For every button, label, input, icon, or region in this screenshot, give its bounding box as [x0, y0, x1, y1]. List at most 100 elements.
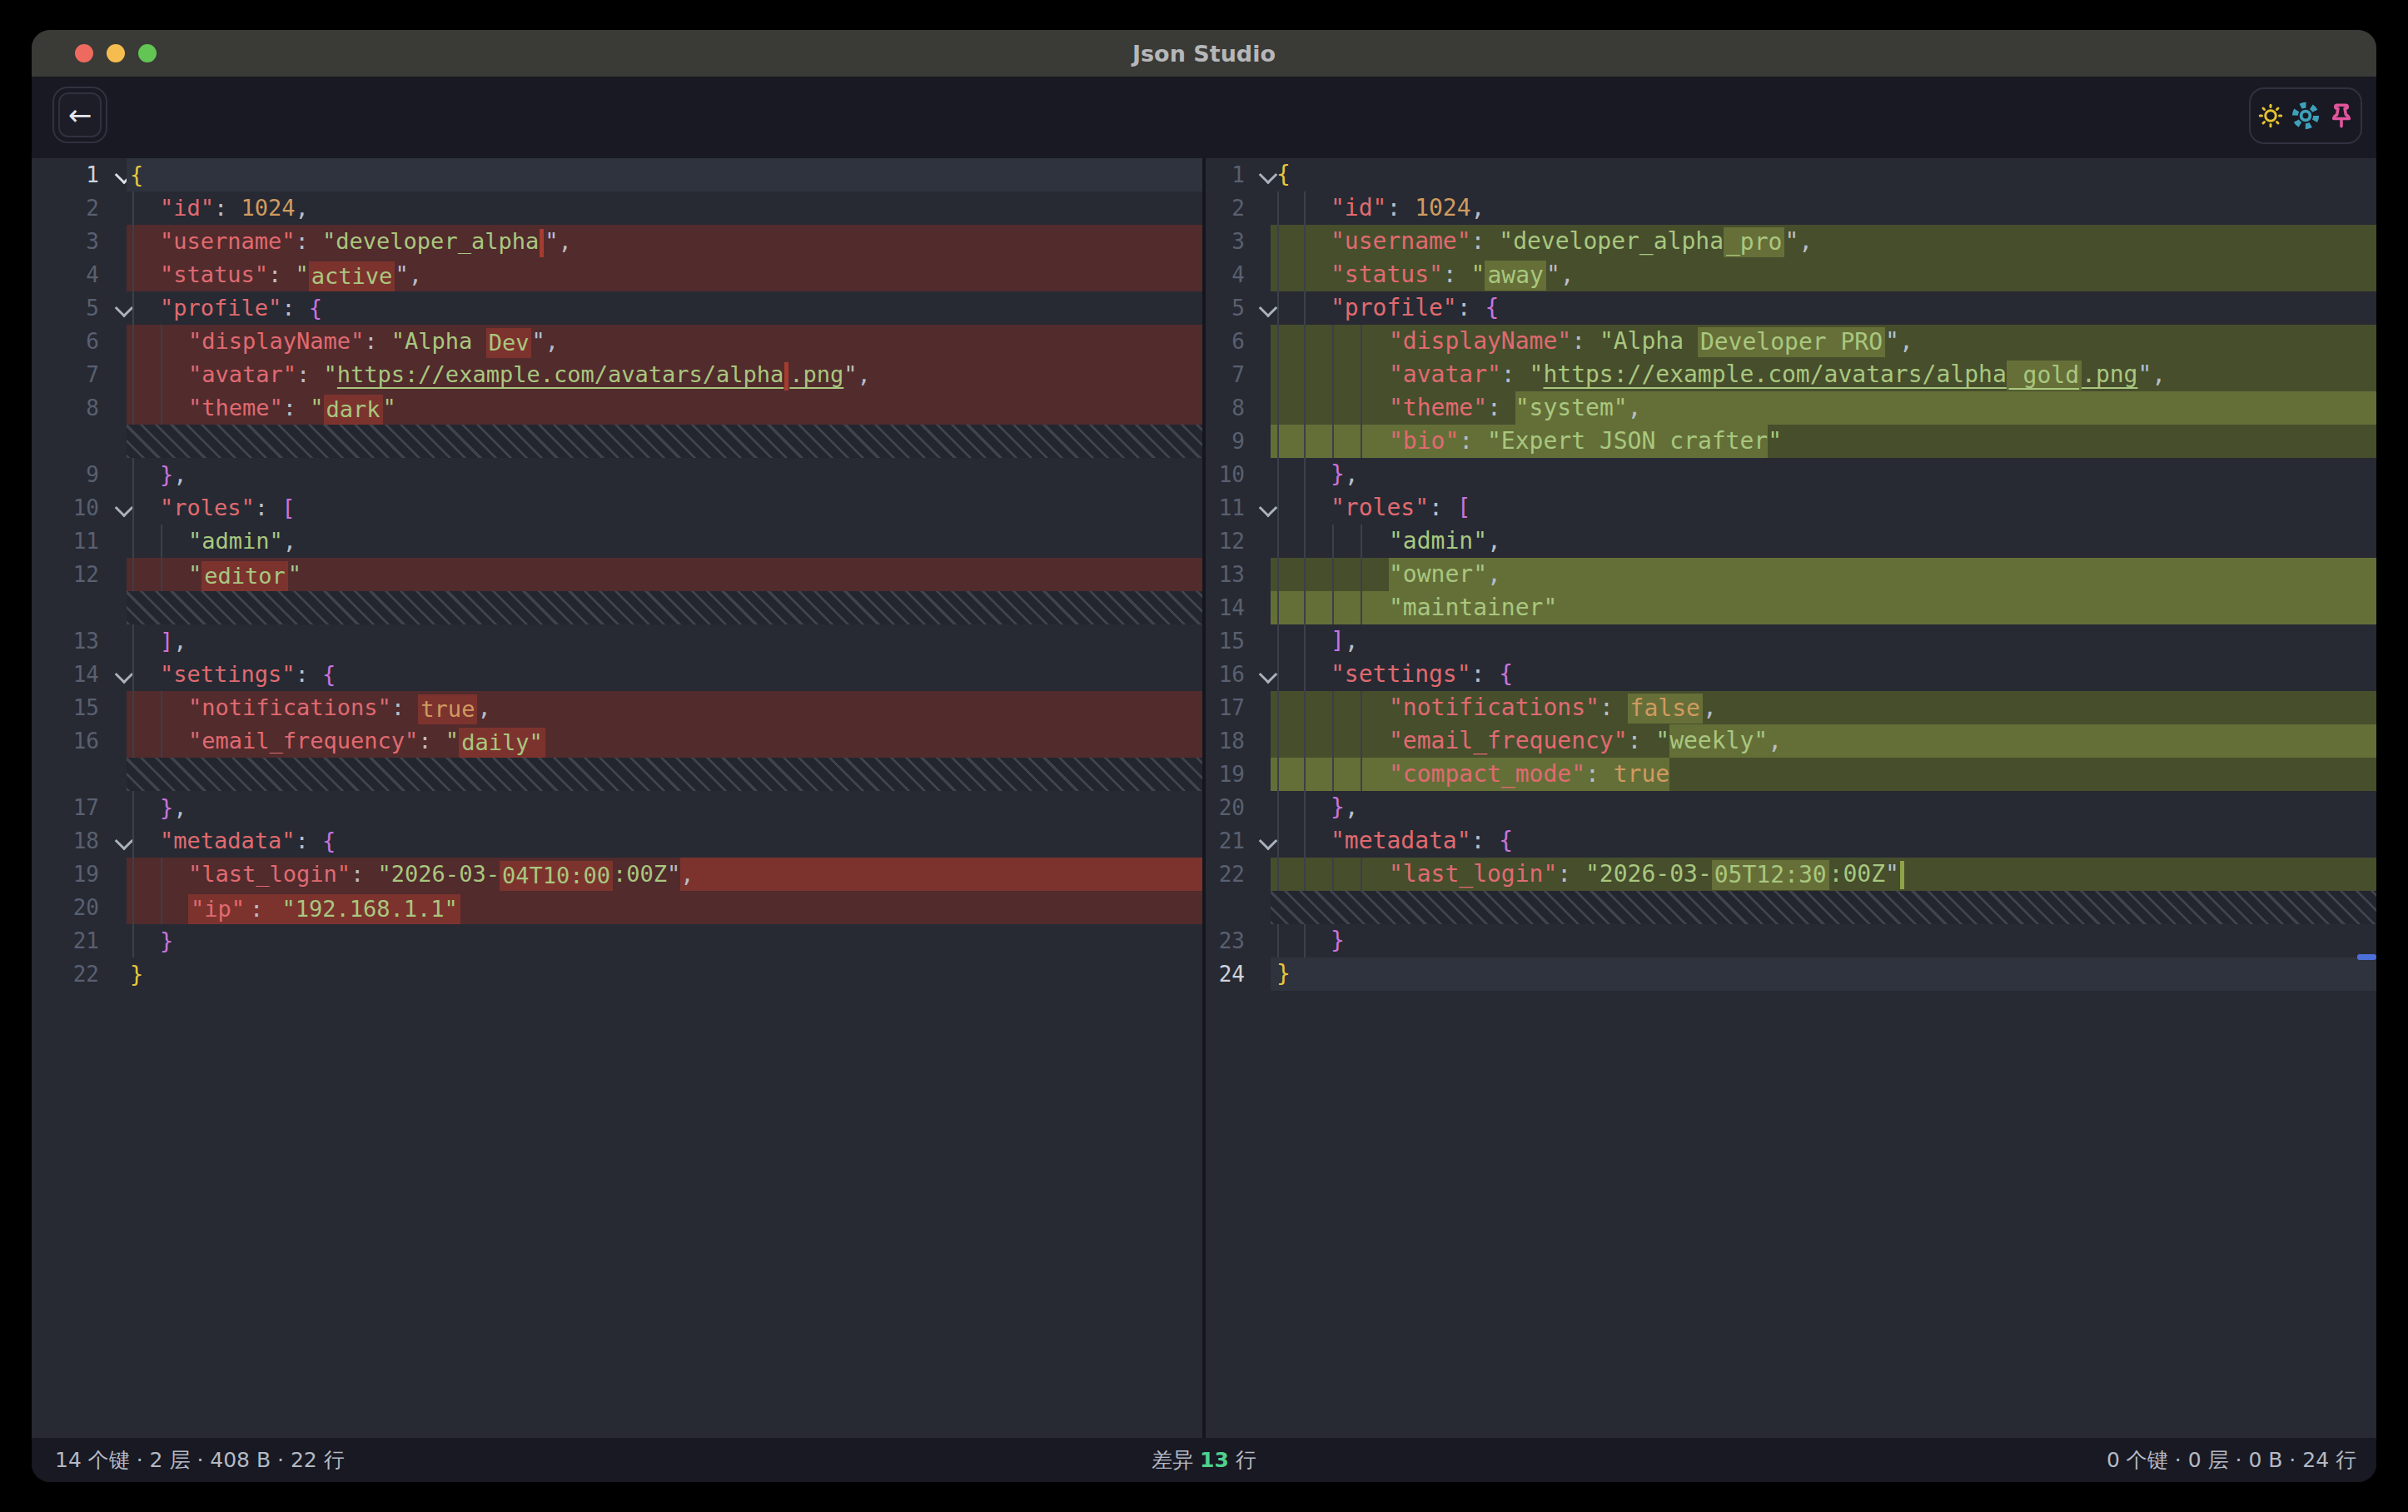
code-line[interactable]: 23} [1206, 924, 2376, 957]
code-line[interactable]: 12"admin", [1206, 525, 2376, 558]
line-number: 12 [73, 562, 99, 587]
code-line[interactable]: 21} [32, 924, 1202, 957]
code-line[interactable]: 7"avatar": "https://example.com/avatars/… [1206, 358, 2376, 391]
gutter: 10 [1206, 458, 1271, 491]
code-line[interactable]: 7"avatar": "https://example.com/avatars/… [32, 358, 1202, 391]
code-line[interactable]: 13"owner", [1206, 558, 2376, 591]
code-line[interactable]: 4"status": "active", [32, 258, 1202, 291]
code-line[interactable]: 17}, [32, 791, 1202, 824]
code-line[interactable]: 18"email_frequency": "weekly", [1206, 724, 2376, 758]
indent-guide [1304, 291, 1306, 325]
code-line[interactable]: 15], [1206, 624, 2376, 658]
code-line[interactable]: 12"editor" [32, 558, 1202, 591]
code-line[interactable]: 16"email_frequency": "daily" [32, 724, 1202, 758]
indent-guide [1304, 658, 1306, 691]
code-line[interactable]: 11"roles": [ [1206, 491, 2376, 525]
code-line[interactable]: 5"profile": { [32, 291, 1202, 325]
gutter: 11 [32, 525, 127, 558]
back-button[interactable]: ← [52, 87, 107, 143]
line-number: 18 [73, 828, 99, 853]
indent-guide [161, 691, 162, 724]
line-number: 1 [1231, 162, 1245, 187]
code-line[interactable]: 3"username": "developer_alpha", [32, 225, 1202, 258]
code-line[interactable]: 10}, [1206, 458, 2376, 491]
gear-icon[interactable] [2290, 100, 2321, 132]
indent-guide [161, 525, 162, 558]
sun-icon[interactable] [2256, 101, 2286, 131]
diff-filler-row [32, 425, 1202, 458]
gutter: 12 [32, 558, 127, 591]
line-number: 9 [1231, 429, 1245, 454]
indent-guide [132, 558, 134, 591]
pin-icon[interactable] [2326, 101, 2356, 131]
gutter: 21 [32, 924, 127, 957]
code-line[interactable]: 14"maintainer" [1206, 591, 2376, 624]
code-line[interactable]: 8"theme": "dark" [32, 391, 1202, 425]
screen: { "window": { "title": "Json Studio" }, … [0, 0, 2408, 1512]
code-line[interactable]: 20}, [1206, 791, 2376, 824]
maximize-button[interactable] [138, 44, 157, 62]
gutter: 14 [32, 658, 127, 691]
code-line[interactable]: 18"metadata": { [32, 824, 1202, 858]
code-line[interactable]: 9"bio": "Expert JSON crafter" [1206, 425, 2376, 458]
indent-guide [1277, 858, 1279, 891]
code-line[interactable]: 19"last_login": "2026-03-04T10:00:00Z", [32, 858, 1202, 891]
line-number: 16 [73, 729, 99, 754]
code-line[interactable]: 2"id": 1024, [1206, 191, 2376, 225]
indent-guide [1361, 691, 1362, 724]
line-number: 16 [1219, 662, 1245, 687]
indent-guide [1332, 525, 1334, 558]
code-line[interactable]: 1{ [1206, 158, 2376, 191]
code-line[interactable]: 19"compact_mode": true [1206, 758, 2376, 791]
code-line[interactable]: 11"admin", [32, 525, 1202, 558]
indent-guide [1304, 525, 1306, 558]
json-pane-left[interactable]: 1{2"id": 1024,3"username": "developer_al… [32, 158, 1202, 1438]
gutter: 21 [1206, 824, 1271, 858]
indent-guide [132, 358, 134, 391]
code-line[interactable]: 4"status": "away", [1206, 258, 2376, 291]
close-button[interactable] [75, 44, 93, 62]
code-line[interactable]: 5"profile": { [1206, 291, 2376, 325]
code-line[interactable]: 9}, [32, 458, 1202, 491]
indent-guide [1277, 191, 1279, 225]
indent-guide [132, 391, 134, 425]
indent-guide [1361, 724, 1362, 758]
code-line[interactable]: 15"notifications": true, [32, 691, 1202, 724]
gutter: 16 [1206, 658, 1271, 691]
code-line[interactable]: 16"settings": { [1206, 658, 2376, 691]
code-line[interactable]: 6"displayName": "Alpha Developer PRO", [1206, 325, 2376, 358]
code-line[interactable]: 20"ip": "192.168.1.1" [32, 891, 1202, 924]
code-line[interactable]: 3"username": "developer_alpha_pro", [1206, 225, 2376, 258]
code-line[interactable]: 17"notifications": false, [1206, 691, 2376, 724]
minimize-button[interactable] [107, 44, 125, 62]
indent-guide [1332, 425, 1334, 458]
indent-guide [1304, 791, 1306, 824]
code-line[interactable]: 1{ [32, 158, 1202, 191]
indent-guide [1277, 291, 1279, 325]
json-pane-right[interactable]: 1{2"id": 1024,3"username": "developer_al… [1206, 158, 2376, 1438]
code-line[interactable]: 22"last_login": "2026-03-05T12:30:00Z" [1206, 858, 2376, 891]
gutter: 1 [1206, 158, 1271, 191]
code-line[interactable]: 14"settings": { [32, 658, 1202, 691]
gutter: 23 [1206, 924, 1271, 957]
code-line[interactable]: 24} [1206, 957, 2376, 991]
code-line[interactable]: 8"theme": "system", [1206, 391, 2376, 425]
code-line[interactable]: 6"displayName": "Alpha Dev", [32, 325, 1202, 358]
indent-guide [1332, 358, 1334, 391]
indent-guide [1361, 325, 1362, 358]
code-line[interactable]: 2"id": 1024, [32, 191, 1202, 225]
indent-guide [132, 658, 134, 691]
line-number: 15 [1219, 629, 1245, 654]
toolbar: ← [32, 77, 2376, 158]
code-line[interactable]: 13], [32, 624, 1202, 658]
app-window: Json Studio ← [32, 30, 2376, 1482]
code-line[interactable]: 10"roles": [ [32, 491, 1202, 525]
gutter: 13 [1206, 558, 1271, 591]
line-number: 19 [73, 862, 99, 887]
line-number: 8 [1231, 395, 1245, 420]
code-line[interactable]: 22} [32, 957, 1202, 991]
code-line[interactable]: 21"metadata": { [1206, 824, 2376, 858]
status-right: 0 个键 · 0 层 · 0 B · 24 行 [2107, 1446, 2356, 1474]
indent-guide [132, 491, 134, 525]
gutter: 7 [32, 358, 127, 391]
